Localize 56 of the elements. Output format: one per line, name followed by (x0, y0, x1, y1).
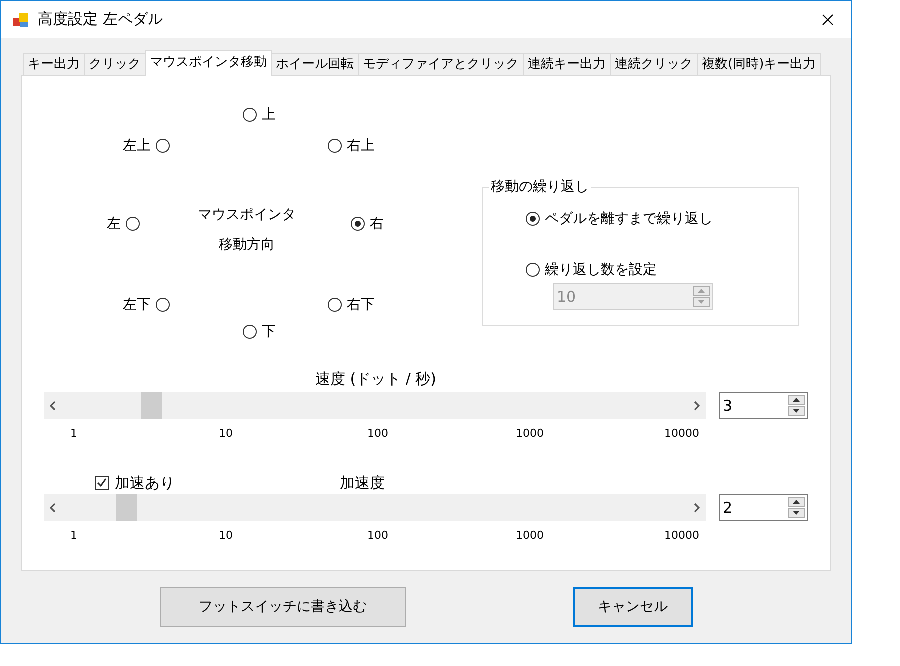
radio-button[interactable]: 左上 (123, 137, 170, 155)
speed-label: 速度 (ドット / 秒) (314, 370, 438, 390)
direction-caption: 移動方向 (219, 236, 275, 255)
chevron-left-icon (50, 400, 56, 410)
up-arrow-icon (793, 500, 800, 504)
tab[interactable]: キー出力 (23, 53, 85, 75)
slider-thumb[interactable] (116, 494, 137, 521)
app-icon (13, 12, 29, 28)
scale-label: 100 (366, 426, 390, 442)
group-title: 移動の繰り返し (490, 178, 590, 196)
chevron-right-icon (694, 400, 700, 410)
chevron-left-icon (50, 502, 56, 512)
radio-button[interactable]: 左下 (123, 296, 170, 314)
radio-button[interactable]: 下 (243, 323, 276, 341)
speed-slider[interactable] (44, 392, 706, 419)
scale-label: 1000 (515, 426, 545, 442)
window-title: 高度設定 左ペダル (38, 10, 164, 29)
direction-caption: マウスポインタ (198, 206, 296, 225)
radio-button[interactable]: 上 (243, 106, 276, 124)
button[interactable]: フットスイッチに書き込む (160, 587, 406, 627)
scale-label: 1000 (515, 528, 545, 544)
value-spinbox[interactable]: 3 (719, 392, 808, 419)
slider-thumb[interactable] (141, 392, 162, 419)
scale-label: 100 (366, 528, 390, 544)
down-arrow-icon (698, 300, 705, 304)
down-arrow-icon (793, 511, 800, 515)
scale-label: 1 (70, 528, 78, 544)
close-icon (822, 14, 834, 26)
button[interactable]: キャンセル (573, 587, 693, 627)
radio-button[interactable]: ペダルを離すまで繰り返し (526, 210, 798, 228)
scale-label: 1 (70, 426, 78, 442)
spinbox-input[interactable]: 2 (720, 495, 786, 520)
acceleration-label: 加速度 (340, 474, 385, 492)
radio-button[interactable]: 右下 (328, 296, 375, 314)
tab[interactable]: マウスポインタ移動 (145, 50, 272, 76)
spin-up-button[interactable] (788, 497, 805, 507)
chevron-right-icon (694, 502, 700, 512)
radio-button[interactable]: 左 (107, 215, 140, 233)
scale-label: 10000 (664, 528, 700, 544)
checkbox[interactable]: 加速あり (95, 474, 175, 492)
radio-button[interactable]: 右 (351, 215, 384, 233)
scale-label: 10 (218, 426, 234, 442)
acceleration-slider[interactable] (44, 494, 706, 521)
radio-button[interactable]: 繰り返し数を設定 (526, 261, 798, 279)
tab[interactable]: 複数(同時)キー出力 (697, 53, 822, 75)
scale-label: 10000 (664, 426, 700, 442)
value-spinbox[interactable]: 2 (719, 494, 808, 521)
up-arrow-icon (698, 289, 705, 293)
radio-button[interactable]: 右上 (328, 137, 375, 155)
down-arrow-icon (793, 409, 800, 413)
spin-down-button[interactable] (788, 406, 805, 416)
spin-down-button[interactable] (788, 508, 805, 518)
up-arrow-icon (793, 398, 800, 402)
spinbox-input[interactable]: 3 (720, 393, 786, 418)
scale-label: 10 (218, 528, 234, 544)
spin-up-button[interactable] (788, 395, 805, 405)
